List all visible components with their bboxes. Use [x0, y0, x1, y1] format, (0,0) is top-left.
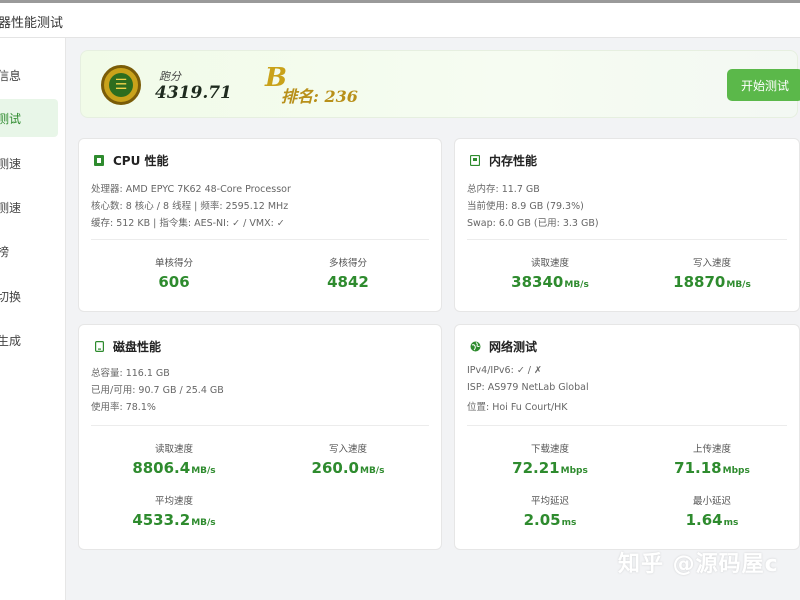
network-info-ip: IPv4/IPv6: ✓ / ✗	[467, 365, 542, 376]
metric-label: 写入速度	[328, 444, 367, 455]
memory-info-used: 当前使用: 8.9 GB (79.3%)	[467, 201, 584, 212]
memory-read-metric: 读取速度 38340MB/s	[475, 255, 625, 291]
sidebar-item-label: 切换	[0, 289, 22, 304]
memory-card-title: 内存性能	[469, 152, 537, 169]
metric-label: 单核得分	[154, 258, 193, 269]
sidebar-item-ranking[interactable]: 榜	[0, 232, 58, 270]
metric-value: 18870MB/s	[673, 273, 751, 291]
globe-icon	[469, 341, 481, 353]
disk-info-usage: 使用率: 78.1%	[91, 402, 156, 413]
metric-label: 多核得分	[328, 258, 367, 269]
sidebar-item-generate[interactable]: 生成	[0, 321, 58, 359]
cpu-multi-core-metric: 多核得分 4842	[273, 255, 423, 291]
disk-icon	[93, 341, 105, 353]
disk-average-metric: 平均速度 4533.2MB/s	[99, 493, 249, 529]
sidebar-item-label: 测速	[0, 156, 22, 171]
metric-value: 4533.2MB/s	[132, 511, 216, 529]
metric-value: 606	[158, 273, 190, 291]
title-bar: 器性能测试	[0, 0, 800, 38]
metric-label: 最小延迟	[692, 496, 731, 507]
metric-label: 写入速度	[692, 258, 731, 269]
metric-label: 上传速度	[692, 444, 731, 455]
disk-card: 磁盘性能 总容量: 116.1 GB 已用/可用: 90.7 GB / 25.4…	[78, 324, 442, 550]
disk-info-capacity: 总容量: 116.1 GB	[91, 368, 170, 379]
sidebar-item-switch[interactable]: 切换	[0, 277, 58, 315]
sidebar: 信息 测试 测速 测速 榜 切换 生成	[0, 38, 66, 600]
metric-value: 71.18Mbps	[674, 459, 750, 477]
medal-icon: ☰	[101, 65, 141, 105]
watermark: 知乎 @源码屋c	[618, 552, 779, 577]
memory-card: 内存性能 总内存: 11.7 GB 当前使用: 8.9 GB (79.3%) S…	[454, 138, 800, 312]
network-card-title: 网络测试	[469, 338, 537, 355]
disk-read-metric: 读取速度 8806.4MB/s	[99, 441, 249, 477]
sidebar-item-test[interactable]: 测试	[0, 99, 58, 137]
sidebar-item-speed-1[interactable]: 测速	[0, 144, 58, 182]
divider	[91, 239, 429, 240]
network-avg-latency-metric: 平均延迟 2.05ms	[475, 493, 625, 529]
cpu-info-cache: 缓存: 512 KB | 指令集: AES-NI: ✓ / VMX: ✓	[91, 218, 285, 229]
score-label: 跑分	[159, 70, 181, 83]
metric-label: 读取速度	[530, 258, 569, 269]
divider	[91, 425, 429, 426]
disk-card-title: 磁盘性能	[93, 338, 161, 355]
network-info-location: 位置: Hoi Fu Court/HK	[467, 402, 568, 413]
metric-value: 260.0MB/s	[311, 459, 385, 477]
start-test-button[interactable]: 开始测试	[727, 69, 800, 101]
network-info-isp: ISP: AS979 NetLab Global	[467, 382, 589, 393]
memory-info-swap: Swap: 6.0 GB (已用: 3.3 GB)	[467, 218, 599, 229]
cpu-info-processor: 处理器: AMD EPYC 7K62 48-Core Processor	[91, 184, 291, 195]
cpu-icon	[93, 155, 105, 167]
network-upload-metric: 上传速度 71.18Mbps	[637, 441, 787, 477]
divider	[467, 425, 787, 426]
sidebar-item-speed-2[interactable]: 测速	[0, 188, 58, 226]
sidebar-item-label: 信息	[0, 68, 22, 83]
metric-value: 4842	[327, 273, 369, 291]
score-banner: ☰ 跑分 4319.71 B 排名: 236 开始测试	[80, 50, 800, 118]
memory-write-metric: 写入速度 18870MB/s	[637, 255, 787, 291]
disk-info-used: 已用/可用: 90.7 GB / 25.4 GB	[91, 385, 224, 396]
score-value: 4319.71	[155, 83, 232, 103]
metric-label: 平均速度	[154, 496, 193, 507]
metric-value: 72.21Mbps	[512, 459, 588, 477]
metric-value: 8806.4MB/s	[132, 459, 216, 477]
cpu-card: CPU 性能 处理器: AMD EPYC 7K62 48-Core Proces…	[78, 138, 442, 312]
metric-label: 读取速度	[154, 444, 193, 455]
sidebar-item-label: 测试	[0, 111, 22, 126]
metric-value: 38340MB/s	[511, 273, 589, 291]
metric-value: 2.05ms	[523, 511, 577, 529]
metric-label: 下载速度	[530, 444, 569, 455]
cpu-card-title: CPU 性能	[93, 152, 169, 169]
metric-value: 1.64ms	[685, 511, 739, 529]
sidebar-item-info[interactable]: 信息	[0, 56, 58, 94]
memory-info-total: 总内存: 11.7 GB	[467, 184, 540, 195]
disk-write-metric: 写入速度 260.0MB/s	[273, 441, 423, 477]
window-title: 器性能测试	[0, 16, 64, 31]
network-card: 网络测试 IPv4/IPv6: ✓ / ✗ ISP: AS979 NetLab …	[454, 324, 800, 550]
network-min-latency-metric: 最小延迟 1.64ms	[637, 493, 787, 529]
network-download-metric: 下载速度 72.21Mbps	[475, 441, 625, 477]
sidebar-item-label: 榜	[0, 243, 9, 260]
metric-label: 平均延迟	[530, 496, 569, 507]
divider	[467, 239, 787, 240]
sidebar-item-label: 生成	[0, 333, 22, 348]
cpu-info-cores: 核心数: 8 核心 / 8 线程 | 频率: 2595.12 MHz	[91, 201, 289, 212]
cpu-single-core-metric: 单核得分 606	[99, 255, 249, 291]
memory-icon	[469, 155, 481, 167]
sidebar-item-label: 测速	[0, 200, 22, 215]
rank-text: 排名: 236	[281, 87, 358, 106]
